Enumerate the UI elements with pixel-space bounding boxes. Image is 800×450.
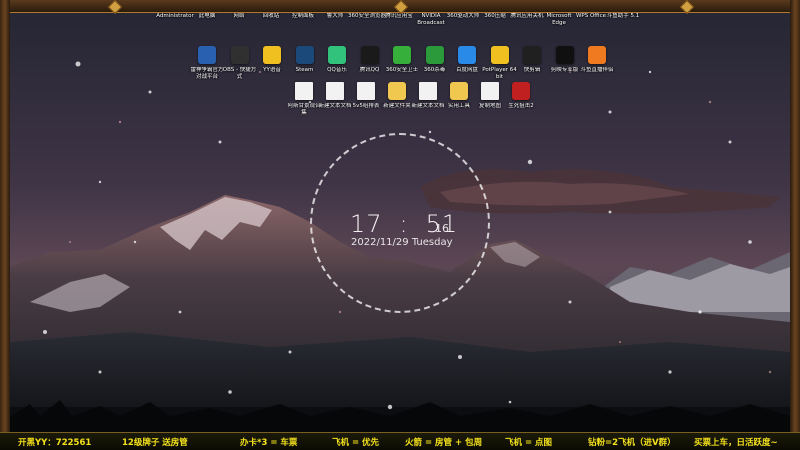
antivirus-icon xyxy=(425,46,444,64)
desktop-icon[interactable]: 生死狙击2 xyxy=(504,82,538,130)
stream-info-bar: 开黑YY：722561 12级牌子 送房管 办卡*3 = 车票 飞机 = 优先 … xyxy=(0,432,800,450)
screen: Administrator 此电脑 网络 回收站 控制面板 鲁大师 360安全浏览器 腾讯应用… xyxy=(0,0,800,450)
clock-date: 2022/11/29 Tuesday xyxy=(351,237,453,248)
video-edit-icon xyxy=(523,46,541,64)
document-icon xyxy=(481,82,499,100)
document-icon xyxy=(419,82,437,100)
bar-item-card: 办卡*3 = 车票 xyxy=(240,438,298,448)
yy-icon xyxy=(263,46,281,64)
desktop-icon-label: 斗鱼助手 5.1 xyxy=(606,13,640,19)
folder-icon xyxy=(388,82,406,100)
desktop-icon[interactable]: 雷神争霸官方对战平台 xyxy=(190,46,224,94)
desktop-icon-label: 生死狙击2 xyxy=(508,103,534,109)
clock-hour: 17 xyxy=(350,210,383,238)
bar-item-ticket: 买票上车，日活跃度~ xyxy=(694,438,778,448)
obs-icon xyxy=(230,46,249,64)
desktop-icon[interactable]: YY语音 xyxy=(255,46,289,94)
bar-item-plane: 飞机 = 优先 xyxy=(332,438,380,448)
steam-icon xyxy=(295,46,314,64)
desktop-icon[interactable]: OBS - 快捷方式 xyxy=(223,46,257,94)
live-companion-icon xyxy=(588,46,606,64)
bar-item-badge: 12级牌子 送房管 xyxy=(122,438,188,448)
qq-music-icon xyxy=(328,46,346,64)
document-icon xyxy=(326,82,344,100)
folder-icon xyxy=(450,82,468,100)
ornate-frame-right xyxy=(790,0,800,432)
clock-separator: : xyxy=(399,210,409,238)
game-icon xyxy=(512,82,530,100)
bar-item-yy: 开黑YY：722561 xyxy=(18,438,92,448)
qq-icon xyxy=(360,46,379,64)
baidu-cloud-icon xyxy=(458,46,476,64)
potplayer-icon xyxy=(490,46,509,64)
desktop-icon-label: 斗鱼直播伴侣 xyxy=(580,67,614,73)
desktop-icon[interactable]: Administrator xyxy=(156,12,194,52)
document-icon xyxy=(357,82,375,100)
clock-second: 16 xyxy=(435,222,449,235)
shield-360-icon xyxy=(393,46,411,64)
desktop-icon[interactable]: 剪映专业版 xyxy=(548,46,582,94)
game-platform-icon xyxy=(198,46,216,64)
ornate-frame-left xyxy=(0,0,10,432)
capcut-icon xyxy=(555,46,574,64)
document-icon xyxy=(295,82,313,100)
desktop-icon[interactable]: 斗鱼直播伴侣 xyxy=(580,46,614,94)
bar-item-plane-map: 飞机 = 点图 xyxy=(505,438,553,448)
bar-item-diamond: 钻粉=2飞机（进V群） xyxy=(588,438,676,448)
bar-item-rocket: 火箭 = 房管 + 包周 xyxy=(405,438,483,448)
